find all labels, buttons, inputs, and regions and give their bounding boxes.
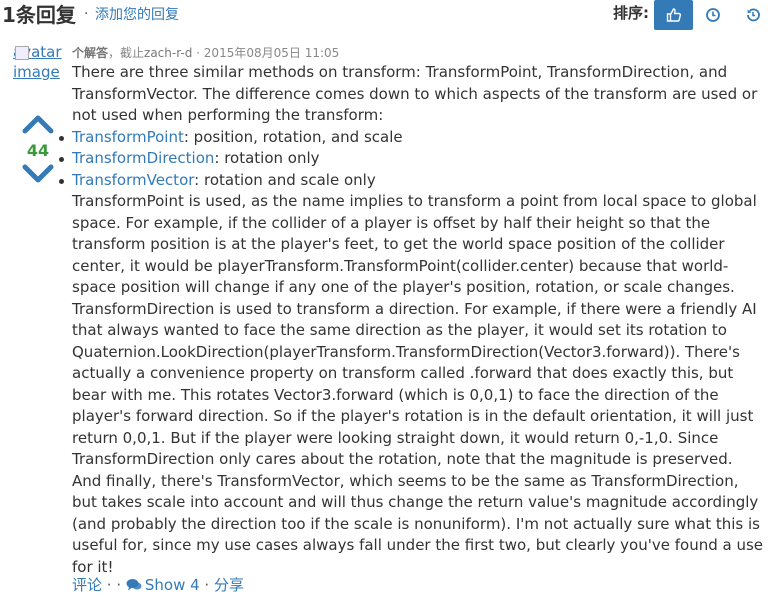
answer-footer: 评论 · · Show 4 · 分享 bbox=[72, 575, 244, 595]
share-link[interactable]: 分享 bbox=[214, 576, 244, 594]
comment-link[interactable]: 评论 bbox=[72, 576, 102, 594]
show-comments-label: Show 4 bbox=[144, 576, 200, 594]
sort-by-activity-button[interactable] bbox=[733, 0, 772, 30]
add-reply-link[interactable]: 添加您的回复 bbox=[95, 6, 179, 24]
list-item: TransformPoint: position, rotation, and … bbox=[59, 127, 764, 149]
title-separator: · bbox=[84, 6, 89, 22]
list-item-text: : rotation and scale only bbox=[194, 170, 376, 189]
avatar-alt-line2: image bbox=[13, 63, 60, 81]
transformpoint-link[interactable]: TransformPoint bbox=[72, 128, 184, 146]
list-item-text: : position, rotation, and scale bbox=[183, 127, 403, 146]
avatar[interactable]: avatar image bbox=[13, 42, 62, 82]
transformdirection-link[interactable]: TransformDirection bbox=[72, 149, 214, 167]
chevron-up-icon bbox=[22, 115, 54, 134]
answer-label: 个解答 bbox=[72, 46, 109, 60]
answer-meta: 个解答，截止zach-r-d · 2015年08月05日 11:05 bbox=[72, 45, 339, 61]
transformvector-link[interactable]: TransformVector bbox=[72, 171, 194, 189]
answer-body: There are three similar methods on trans… bbox=[59, 62, 764, 578]
upvote-button[interactable] bbox=[20, 114, 56, 138]
vote-widget: 44 bbox=[20, 114, 56, 188]
meta-separator: ，截止 bbox=[108, 46, 145, 60]
answer-intro: There are three similar methods on trans… bbox=[72, 63, 758, 124]
comments-icon bbox=[126, 579, 142, 591]
sort-by-date-button[interactable] bbox=[693, 0, 732, 30]
meta-separator-2: · bbox=[192, 46, 204, 60]
answer-paragraph: TransformPoint is used, as the name impl… bbox=[72, 192, 764, 576]
broken-image-icon bbox=[15, 46, 29, 60]
chevron-down-icon bbox=[22, 164, 54, 183]
answers-header: 1条回复 · 添加您的回复 排序: bbox=[0, 0, 784, 36]
list-item-text: : rotation only bbox=[214, 149, 320, 167]
clock-icon bbox=[705, 7, 721, 23]
thumbs-up-icon bbox=[666, 7, 682, 23]
methods-list: TransformPoint: position, rotation, and … bbox=[59, 127, 764, 192]
footer-separator-2: · bbox=[199, 576, 214, 594]
list-item: TransformVector: rotation and scale only bbox=[59, 170, 764, 192]
footer-separator: · · bbox=[102, 576, 126, 594]
answers-count-title: 1条回复 bbox=[2, 3, 76, 27]
downvote-button[interactable] bbox=[20, 164, 56, 188]
sort-by-votes-button[interactable] bbox=[654, 0, 693, 30]
vote-count: 44 bbox=[26, 141, 50, 160]
sort-label: 排序: bbox=[613, 4, 649, 22]
list-item: TransformDirection: rotation only bbox=[59, 148, 764, 170]
history-icon bbox=[745, 7, 761, 23]
answer-date: 2015年08月05日 11:05 bbox=[203, 46, 340, 60]
author-link[interactable]: zach-r-d bbox=[144, 46, 192, 60]
show-comments-link[interactable]: Show 4 bbox=[126, 576, 200, 594]
